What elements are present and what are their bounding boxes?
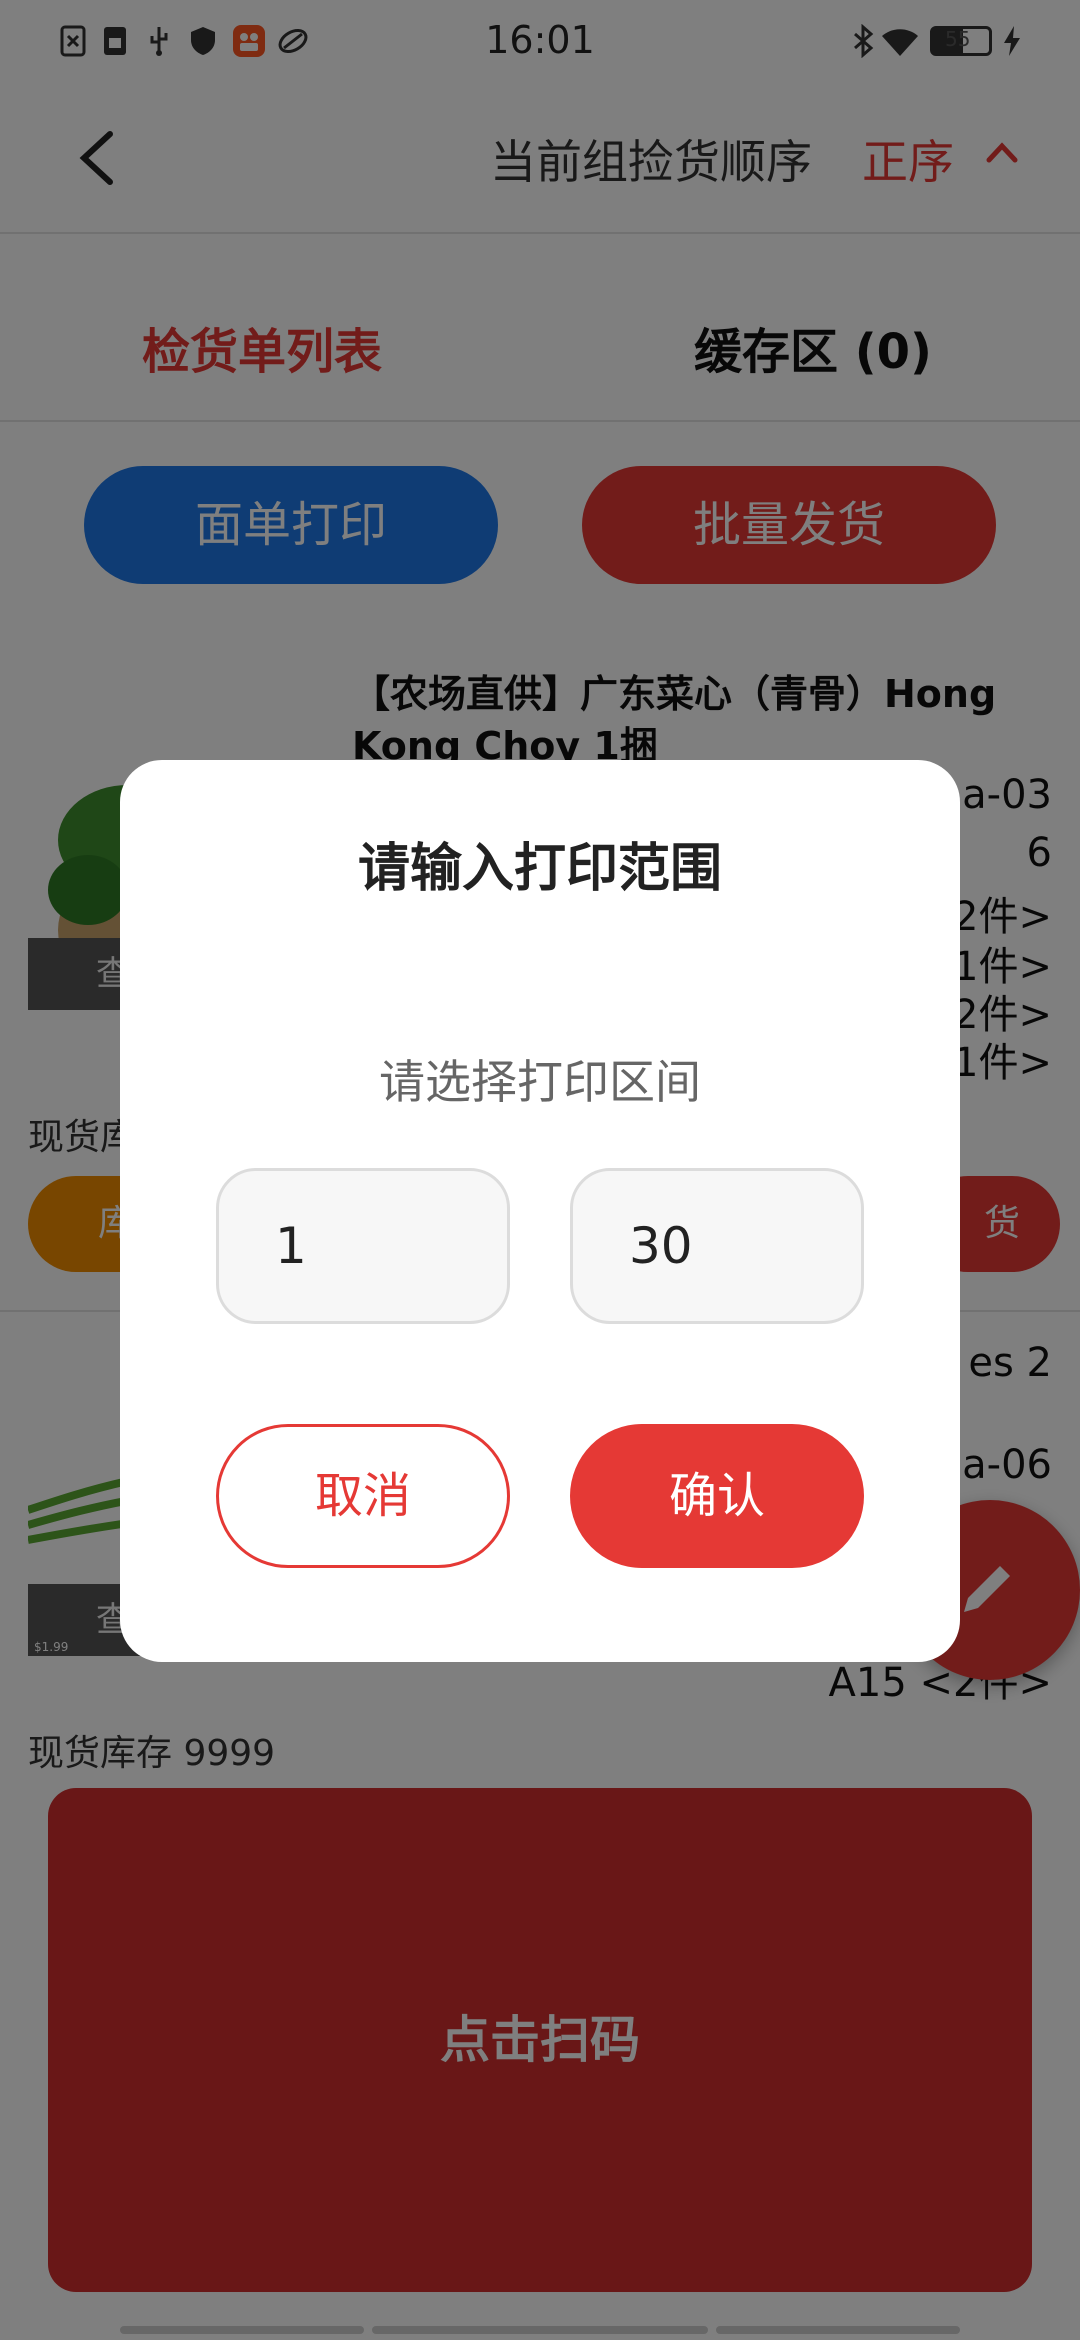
- cancel-button[interactable]: 取消: [216, 1424, 510, 1568]
- confirm-button[interactable]: 确认: [570, 1424, 864, 1568]
- dialog-title: 请输入打印范围: [357, 839, 722, 899]
- print-range-dialog: 请输入打印范围 请选择打印区间 1 30 取消 确认: [120, 760, 960, 1662]
- dialog-subtitle: 请选择打印区间: [379, 1055, 701, 1109]
- range-start-input[interactable]: 1: [216, 1168, 510, 1324]
- range-end-input[interactable]: 30: [570, 1168, 864, 1324]
